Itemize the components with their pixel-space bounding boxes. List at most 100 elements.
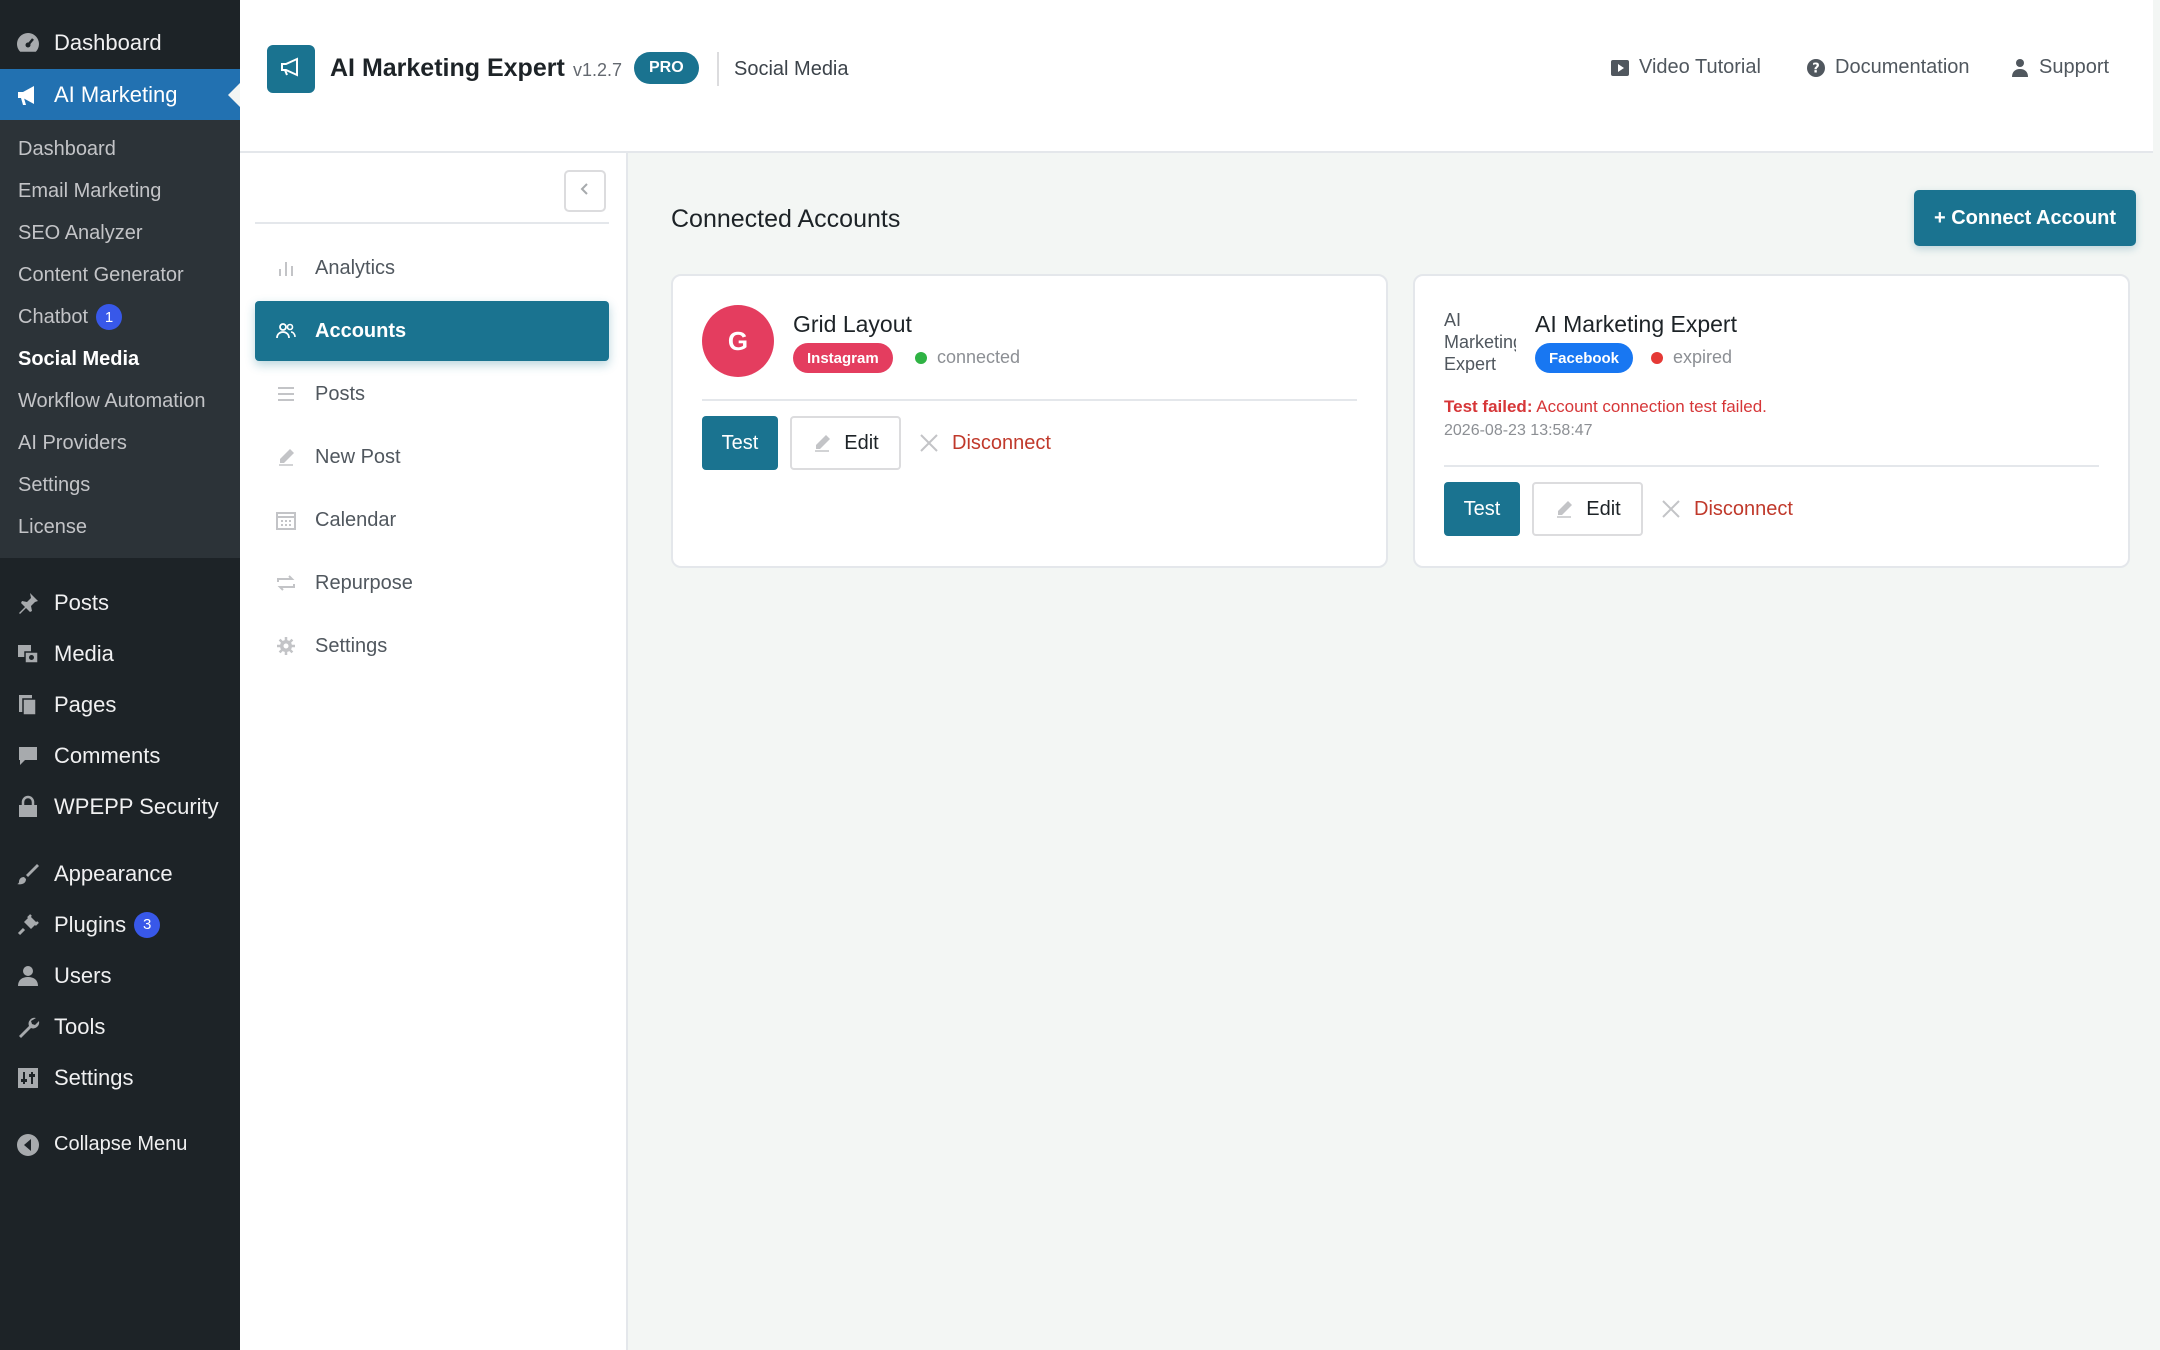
edit-label: Edit — [1586, 497, 1621, 520]
account-name: AI Marketing Expert — [1535, 311, 1737, 337]
disconnect-label: Disconnect — [952, 431, 1051, 454]
wp-submenu-label: Chatbot — [18, 305, 89, 328]
wp-submenu-settings[interactable]: Settings — [0, 464, 240, 506]
help-icon: ? — [1806, 58, 1826, 78]
wp-menu-comments[interactable]: Comments — [0, 730, 240, 781]
wp-menu-ai-marketing[interactable]: AI Marketing — [0, 69, 240, 120]
nav-item-label: New Post — [315, 445, 401, 468]
wp-menu-settings[interactable]: Settings — [0, 1052, 240, 1103]
dashboard-icon — [14, 29, 42, 57]
disconnect-button[interactable]: Disconnect — [1660, 482, 1793, 536]
calendar-icon — [275, 509, 297, 531]
nav-item-label: Accounts — [315, 319, 407, 342]
wp-menu-label: Dashboard — [54, 30, 162, 55]
nav-item-accounts[interactable]: Accounts — [255, 301, 609, 361]
app-version: v1.2.7 — [573, 60, 623, 80]
wp-submenu-dashboard[interactable]: Dashboard — [0, 128, 240, 170]
wp-menu-security[interactable]: WPEPP Security — [0, 781, 240, 832]
wp-menu-plugins[interactable]: Plugins 3 — [0, 899, 240, 950]
nav-item-label: Settings — [315, 634, 388, 657]
test-button[interactable]: Test — [702, 416, 778, 470]
wp-submenu-label: License — [18, 515, 87, 538]
wp-menu-label: Comments — [54, 742, 161, 768]
pin-icon — [14, 589, 42, 617]
nav-item-label: Posts — [315, 382, 366, 405]
nav-item-posts[interactable]: Posts — [255, 364, 609, 424]
pages-icon — [14, 691, 42, 719]
list-icon — [275, 383, 297, 405]
support-label: Support — [2039, 56, 2110, 78]
status-text: expired — [1673, 347, 1733, 367]
settings-sliders-icon — [14, 1064, 42, 1092]
account-name: Grid Layout — [793, 311, 912, 337]
nav-item-new-post[interactable]: New Post — [255, 427, 609, 487]
wp-admin-sidebar: Dashboard AI Marketing Dashboard Email M… — [0, 0, 240, 1350]
disconnect-button[interactable]: Disconnect — [918, 416, 1051, 470]
nav-item-label: Analytics — [315, 256, 396, 279]
wp-menu-pages[interactable]: Pages — [0, 679, 240, 730]
wp-menu-media[interactable]: Media — [0, 628, 240, 679]
comment-icon — [14, 742, 42, 770]
chevron-left-icon — [578, 182, 592, 201]
test-button[interactable]: Test — [1444, 482, 1520, 536]
pro-badge: PRO — [634, 52, 699, 84]
nav-item-analytics[interactable]: Analytics — [255, 238, 609, 298]
page-title: Connected Accounts — [671, 205, 901, 233]
lock-icon — [14, 793, 42, 821]
nav-item-label: Calendar — [315, 508, 397, 531]
documentation-label: Documentation — [1835, 56, 1970, 78]
wp-submenu-content-generator[interactable]: Content Generator — [0, 254, 240, 296]
wp-submenu-workflow-automation[interactable]: Workflow Automation — [0, 380, 240, 422]
wp-submenu-label: Content Generator — [18, 263, 184, 286]
wp-submenu-chatbot[interactable]: Chatbot 1 — [0, 296, 240, 338]
wp-menu-posts[interactable]: Posts — [0, 577, 240, 628]
wp-submenu-label: Social Media — [18, 347, 140, 370]
app-logo — [267, 45, 315, 93]
wrench-icon — [14, 1013, 42, 1041]
pencil-icon — [275, 446, 297, 468]
nav-item-settings[interactable]: Settings — [255, 616, 609, 676]
wp-collapse-menu[interactable]: Collapse Menu — [0, 1119, 240, 1170]
app-title: AI Marketing Expert — [330, 54, 565, 82]
wp-menu-appearance[interactable]: Appearance — [0, 848, 240, 899]
wp-submenu-email-marketing[interactable]: Email Marketing — [0, 170, 240, 212]
avatar: G — [702, 305, 774, 377]
account-card: AI Marketing Expert AI Marketing Expert … — [1413, 274, 2130, 568]
megaphone-icon — [278, 54, 304, 85]
wp-submenu-seo-analyzer[interactable]: SEO Analyzer — [0, 212, 240, 254]
collapse-nav-button[interactable] — [564, 170, 606, 212]
pencil-icon — [1554, 499, 1574, 519]
wp-submenu-social-media[interactable]: Social Media — [0, 338, 240, 380]
wp-menu-label: Settings — [54, 1064, 134, 1090]
nav-item-label: Repurpose — [315, 571, 413, 594]
edit-button[interactable]: Edit — [1532, 482, 1643, 536]
connect-account-button[interactable]: + Connect Account — [1914, 190, 2137, 246]
wp-menu-label: AI Marketing — [54, 81, 178, 107]
status-text: connected — [937, 347, 1021, 367]
wp-menu-users[interactable]: Users — [0, 950, 240, 1001]
wp-submenu-ai-providers[interactable]: AI Providers — [0, 422, 240, 464]
nav-item-repurpose[interactable]: Repurpose — [255, 553, 609, 613]
wp-submenu-license[interactable]: License — [0, 506, 240, 548]
video-tutorial-link[interactable]: Video Tutorial — [1610, 56, 1761, 79]
plug-icon — [14, 911, 42, 939]
repeat-icon — [275, 572, 297, 594]
nav-item-calendar[interactable]: Calendar — [255, 490, 609, 550]
wp-menu-label: Media — [54, 640, 114, 666]
card-divider — [1444, 465, 2099, 467]
avatar: AI Marketing Expert — [1444, 310, 1516, 373]
edit-label: Edit — [844, 431, 879, 454]
wp-menu-label: Collapse Menu — [54, 1133, 188, 1155]
edit-button[interactable]: Edit — [790, 416, 901, 470]
support-link[interactable]: Support — [2010, 56, 2109, 79]
wp-menu-tools[interactable]: Tools — [0, 1001, 240, 1052]
plugin-nav: Analytics Accounts Posts New Post Calend… — [240, 153, 628, 1350]
close-icon — [918, 432, 940, 454]
users-icon — [275, 320, 297, 342]
person-icon — [2010, 58, 2030, 78]
wp-submenu-label: AI Providers — [18, 431, 127, 454]
documentation-link[interactable]: ? Documentation — [1806, 56, 1970, 79]
platform-badge: Instagram — [793, 343, 893, 373]
brush-icon — [14, 860, 42, 888]
status-dot — [915, 352, 927, 364]
